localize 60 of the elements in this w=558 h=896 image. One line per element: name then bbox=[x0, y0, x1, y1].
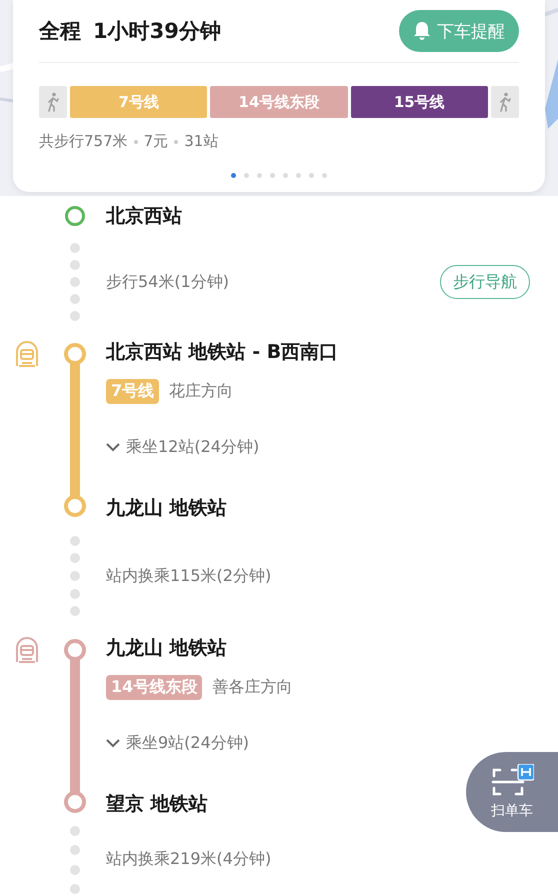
alight-alert-button[interactable]: 下车提醒 bbox=[399, 10, 519, 52]
route-dot bbox=[70, 845, 80, 856]
stops-toggle[interactable]: 乘坐9站(24分钟) bbox=[106, 732, 250, 754]
walk-info: 步行54米(1分钟) bbox=[106, 272, 230, 292]
stops-toggle[interactable]: 乘坐12站(24分钟) bbox=[106, 436, 260, 458]
line-badge: 14号线东段 bbox=[106, 674, 202, 700]
route-dot bbox=[70, 260, 80, 270]
summary-label: 全程 bbox=[39, 18, 81, 45]
line-badge: 7号线 bbox=[106, 378, 160, 404]
start-marker bbox=[65, 206, 85, 226]
direction-label: 善各庄方向 bbox=[212, 676, 292, 698]
total-duration: 1小时39分钟 bbox=[93, 18, 221, 45]
page-dot[interactable] bbox=[257, 173, 262, 178]
page-dot[interactable] bbox=[283, 173, 288, 178]
page-dot[interactable] bbox=[296, 173, 301, 178]
route-dot bbox=[70, 570, 80, 581]
route-dot bbox=[70, 606, 80, 616]
station-marker bbox=[64, 495, 86, 517]
route-dot bbox=[70, 294, 80, 304]
station-marker bbox=[64, 791, 86, 813]
train-icon bbox=[13, 340, 41, 368]
station-name: 北京西站 bbox=[106, 205, 182, 227]
line-segment: 7号线 bbox=[70, 86, 208, 118]
chevron-down-icon bbox=[106, 442, 120, 452]
station-marker bbox=[64, 343, 86, 365]
route-dot bbox=[70, 277, 80, 287]
scan-icon bbox=[490, 764, 534, 798]
page-dot[interactable] bbox=[270, 173, 275, 178]
route-dot bbox=[70, 588, 80, 599]
transfer-info: 站内换乘219米(4分钟) bbox=[106, 848, 272, 870]
chevron-down-icon bbox=[106, 738, 120, 748]
bell-icon bbox=[413, 21, 431, 41]
page-dot[interactable] bbox=[322, 173, 327, 178]
station-marker bbox=[64, 639, 86, 661]
train-icon bbox=[13, 636, 41, 664]
route-dot bbox=[70, 864, 80, 875]
walker-icon bbox=[46, 92, 60, 112]
station-name: 北京西站 地铁站 - B西南口 bbox=[106, 340, 338, 365]
station-name: 九龙山 地铁站 bbox=[106, 496, 227, 521]
route-dot bbox=[70, 826, 80, 836]
route-stat: 7元 bbox=[144, 132, 168, 151]
route-dot bbox=[70, 243, 80, 253]
route-dot bbox=[70, 884, 80, 894]
line-segment: 15号线 bbox=[350, 86, 488, 118]
walker-icon bbox=[498, 92, 512, 112]
route-stat: 31站 bbox=[184, 132, 218, 151]
route-stat: 共步行757米 bbox=[39, 132, 128, 151]
route-dot bbox=[70, 553, 80, 564]
scan-bike-button[interactable]: 扫单车 bbox=[466, 752, 558, 832]
station-name: 望京 地铁站 bbox=[106, 792, 208, 817]
route-dot bbox=[70, 536, 80, 546]
page-dot[interactable] bbox=[244, 173, 249, 178]
line-segment: 14号线东段 bbox=[210, 86, 348, 118]
transfer-info: 站内换乘115米(2分钟) bbox=[106, 566, 272, 586]
direction-label: 花庄方向 bbox=[169, 380, 234, 402]
station-name: 九龙山 地铁站 bbox=[106, 636, 227, 661]
walk-navigation-button[interactable]: 步行导航 bbox=[440, 265, 530, 299]
route-dot bbox=[70, 311, 80, 321]
page-dot[interactable] bbox=[309, 173, 314, 178]
page-dot[interactable] bbox=[231, 173, 236, 178]
